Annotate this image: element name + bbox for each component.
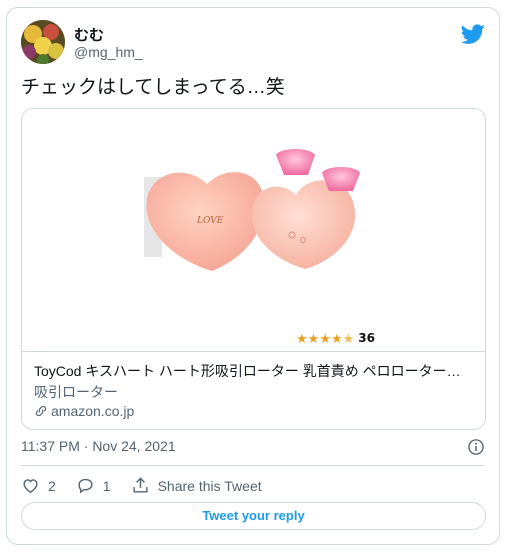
share-label: Share this Tweet [157, 477, 262, 494]
share-icon [133, 477, 148, 493]
link-preview-card[interactable]: LOVE ★ ★ ★ ★ ★ 36 ToyCod キスハート ハート形吸引ロータ… [21, 108, 486, 430]
star-rating: ★ ★ ★ ★ ★ 36 [296, 331, 375, 345]
like-button[interactable]: 2 [21, 476, 56, 495]
divider [21, 465, 485, 466]
link-title[interactable]: ToyCod キスハート ハート形吸引ローター 乳首責め ペロローター「10… [34, 361, 474, 381]
half-star-icon: ★ [342, 330, 355, 346]
star-icon: ★ [319, 330, 331, 346]
reply-action[interactable]: 1 [76, 476, 111, 495]
tweet-text: チェックはしてしまってる…笑 [21, 77, 285, 98]
share-button[interactable]: Share this Tweet [131, 476, 262, 495]
info-icon[interactable] [467, 438, 485, 456]
tweet-actions: 2 1 Share this Tweet [21, 476, 282, 495]
product-image: LOVE [144, 149, 360, 271]
author-display-name[interactable]: むむ [74, 24, 104, 45]
star-icon: ★ [296, 330, 308, 346]
link-preview-image: LOVE ★ ★ ★ ★ ★ 36 [22, 109, 485, 352]
link-icon [35, 405, 47, 417]
rating-count: 36 [358, 331, 375, 345]
link-domain-text: amazon.co.jp [51, 403, 135, 419]
like-count: 2 [48, 477, 56, 494]
tweet-timestamp[interactable]: 11:37 PM · Nov 24, 2021 [21, 438, 176, 454]
tweet-embed-card: むむ @mg_hm_ チェックはしてしまってる…笑 LOVE ★ ★ ★ ★ ★… [6, 7, 500, 545]
product-label: LOVE [196, 216, 224, 226]
comment-icon [78, 478, 93, 494]
heart-icon [23, 479, 38, 494]
author-handle[interactable]: @mg_hm_ [74, 44, 143, 60]
star-icon: ★ [307, 330, 320, 346]
tweet-your-reply-button[interactable]: Tweet your reply [21, 502, 486, 530]
link-domain: amazon.co.jp [34, 403, 134, 419]
star-icon: ★ [330, 330, 343, 346]
avatar[interactable] [21, 20, 65, 64]
avatar-image [21, 20, 65, 64]
link-description: 吸引ローター [34, 384, 118, 400]
twitter-bird-icon[interactable] [461, 22, 485, 46]
reply-count: 1 [102, 477, 111, 494]
